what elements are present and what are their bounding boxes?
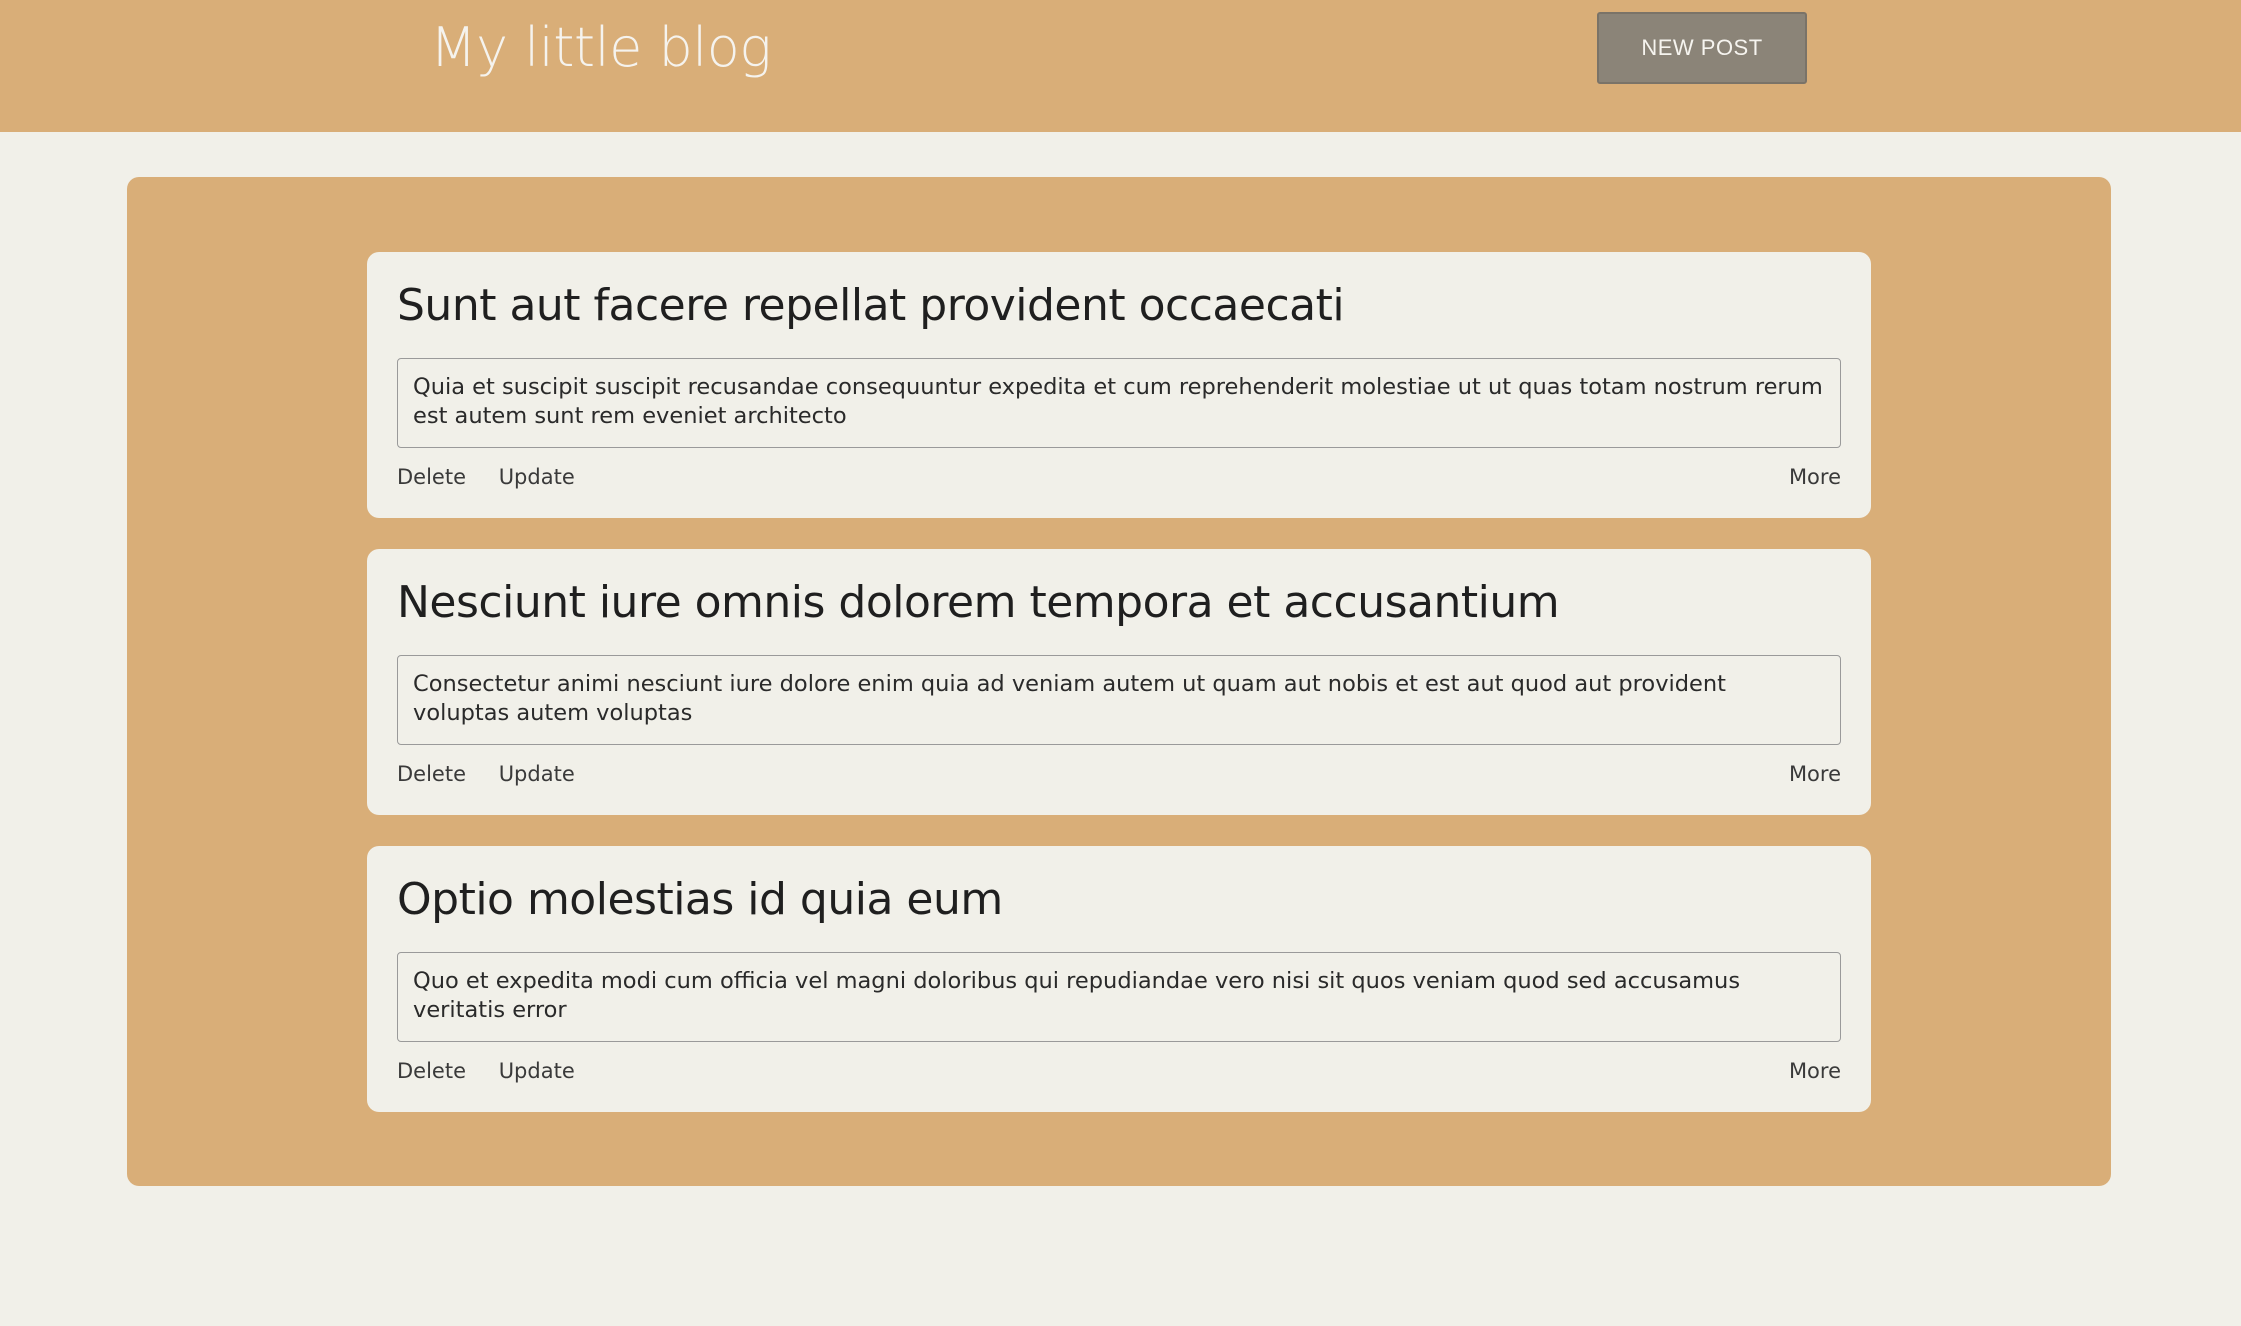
delete-link[interactable]: Delete xyxy=(397,1056,466,1086)
post-body: Consectetur animi nesciunt iure dolore e… xyxy=(397,655,1841,745)
post-card: Optio molestias id quia eum Quo et exped… xyxy=(367,846,1871,1112)
post-list: Sunt aut facere repellat provident occae… xyxy=(367,252,1871,1143)
delete-link[interactable]: Delete xyxy=(397,759,466,789)
delete-link[interactable]: Delete xyxy=(397,462,466,492)
post-title: Sunt aut facere repellat provident occae… xyxy=(397,280,1345,331)
update-link[interactable]: Update xyxy=(499,1056,575,1086)
update-link[interactable]: Update xyxy=(499,759,575,789)
new-post-button[interactable]: NEW POST xyxy=(1597,12,1807,84)
post-actions: Delete Update More xyxy=(397,759,1841,789)
post-actions: Delete Update More xyxy=(397,1056,1841,1086)
post-actions: Delete Update More xyxy=(397,462,1841,492)
more-link[interactable]: More xyxy=(1789,759,1841,789)
post-body: Quo et expedita modi cum officia vel mag… xyxy=(397,952,1841,1042)
post-title: Nesciunt iure omnis dolorem tempora et a… xyxy=(397,577,1560,628)
post-card: Nesciunt iure omnis dolorem tempora et a… xyxy=(367,549,1871,815)
more-link[interactable]: More xyxy=(1789,1056,1841,1086)
site-header: My little blog NEW POST xyxy=(0,0,2241,132)
post-body: Quia et suscipit suscipit recusandae con… xyxy=(397,358,1841,448)
site-title: My little blog xyxy=(430,16,772,79)
post-card: Sunt aut facere repellat provident occae… xyxy=(367,252,1871,518)
update-link[interactable]: Update xyxy=(499,462,575,492)
more-link[interactable]: More xyxy=(1789,462,1841,492)
posts-panel: Sunt aut facere repellat provident occae… xyxy=(127,177,2111,1186)
post-title: Optio molestias id quia eum xyxy=(397,874,1003,925)
